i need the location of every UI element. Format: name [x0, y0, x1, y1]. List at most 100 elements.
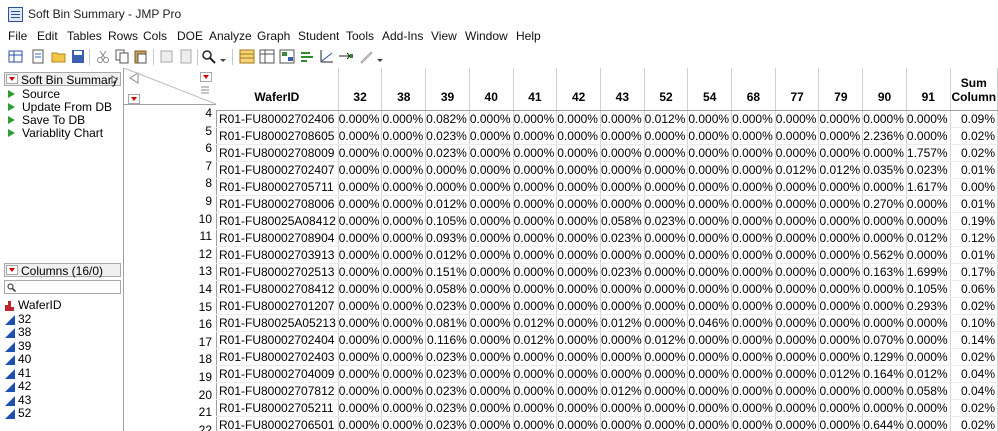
data-cell[interactable]: 0.058%: [425, 280, 470, 298]
data-cell[interactable]: 0.012%: [775, 161, 820, 179]
table-row[interactable]: R01-FU80025A05213 0.000% 0.000% 0.081% 0.000…: [216, 314, 998, 332]
row-number[interactable]: 17: [124, 334, 216, 352]
column-header[interactable]: 52: [644, 68, 689, 111]
table-row[interactable]: R01-FU80002702407 0.000% 0.000% 0.000% 0.000…: [216, 161, 998, 179]
data-cell[interactable]: 0.000%: [600, 365, 645, 383]
data-cell[interactable]: 0.000%: [469, 246, 514, 264]
data-cell[interactable]: 0.000%: [775, 178, 820, 196]
data-cell[interactable]: 0.270%: [862, 195, 907, 213]
table-row[interactable]: R01-FU80002703913 0.000% 0.000% 0.012% 0.000…: [216, 246, 998, 264]
data-cell[interactable]: 0.000%: [381, 229, 427, 247]
data-cell[interactable]: 0.035%: [862, 161, 907, 179]
table-row[interactable]: R01-FU80002708904 0.000% 0.000% 0.093% 0.000…: [216, 229, 998, 247]
data-cell[interactable]: 0.09%: [950, 110, 998, 128]
data-cell[interactable]: 0.000%: [775, 297, 820, 315]
data-cell[interactable]: 0.000%: [381, 416, 427, 431]
menu-add-ins[interactable]: Add-Ins: [382, 29, 423, 43]
data-cell[interactable]: 0.000%: [600, 195, 645, 213]
row-number[interactable]: 9: [124, 193, 216, 211]
data-cell[interactable]: 0.000%: [906, 314, 951, 332]
columns-panel-header[interactable]: Columns (16/0): [4, 263, 121, 278]
data-cell[interactable]: 0.081%: [425, 314, 470, 332]
table-row[interactable]: R01-FU80002702406 0.000% 0.000% 0.082% 0.000…: [216, 110, 998, 128]
data-cell[interactable]: 0.000%: [381, 212, 427, 230]
column-header[interactable]: 79: [818, 68, 864, 111]
data-cell[interactable]: 0.000%: [469, 280, 514, 298]
red-triangle-menu-icon[interactable]: [6, 265, 18, 275]
column-list-item[interactable]: WaferID: [4, 299, 62, 312]
data-cell[interactable]: 0.000%: [687, 365, 733, 383]
data-cell[interactable]: 0.000%: [644, 297, 689, 315]
row-number[interactable]: 15: [124, 299, 216, 317]
wafer-id-cell[interactable]: R01-FU80002708009: [216, 144, 339, 162]
data-cell[interactable]: 0.000%: [600, 144, 645, 162]
data-cell[interactable]: 0.000%: [556, 348, 601, 366]
collapse-arrow-icon[interactable]: [111, 75, 118, 84]
wafer-id-cell[interactable]: R01-FU80002705711: [216, 178, 339, 196]
wafer-id-cell[interactable]: R01-FU80002702406: [216, 110, 339, 128]
data-cell[interactable]: 0.023%: [600, 263, 645, 281]
column-header[interactable]: 77: [775, 68, 820, 111]
data-cell[interactable]: 0.000%: [338, 382, 383, 400]
table-script-item[interactable]: Variablity Chart: [8, 127, 103, 140]
data-cell[interactable]: 0.000%: [862, 280, 907, 298]
data-cell[interactable]: 1.757%: [906, 144, 951, 162]
data-cell[interactable]: 0.000%: [818, 212, 864, 230]
data-cell[interactable]: 0.000%: [600, 331, 645, 349]
reference-icon[interactable]: [178, 49, 194, 64]
data-cell[interactable]: 0.000%: [513, 348, 558, 366]
data-cell[interactable]: 0.04%: [950, 382, 998, 400]
table-row[interactable]: R01-FU80002705711 0.000% 0.000% 0.000% 0.000…: [216, 178, 998, 196]
data-cell[interactable]: 0.000%: [644, 314, 689, 332]
run-script-icon[interactable]: [8, 129, 15, 137]
data-cell[interactable]: 0.000%: [338, 144, 383, 162]
data-cell[interactable]: 0.000%: [600, 348, 645, 366]
data-cell[interactable]: 0.000%: [644, 399, 689, 417]
data-cell[interactable]: 0.000%: [818, 195, 864, 213]
wafer-id-cell[interactable]: R01-FU80025A08412: [216, 212, 339, 230]
menu-window[interactable]: Window: [465, 29, 508, 43]
data-cell[interactable]: 0.000%: [338, 314, 383, 332]
data-cell[interactable]: 0.000%: [381, 195, 427, 213]
distribution-icon[interactable]: [299, 49, 315, 64]
data-cell[interactable]: 0.046%: [687, 314, 733, 332]
data-cell[interactable]: 0.000%: [338, 348, 383, 366]
data-cell[interactable]: 0.000%: [644, 280, 689, 298]
data-cell[interactable]: 0.000%: [338, 195, 383, 213]
chevron-down-icon[interactable]: [219, 49, 227, 64]
data-cell[interactable]: 0.023%: [425, 297, 470, 315]
data-cell[interactable]: 0.01%: [950, 195, 998, 213]
data-cell[interactable]: 0.000%: [469, 348, 514, 366]
data-cell[interactable]: 0.000%: [818, 382, 864, 400]
data-cell[interactable]: 0.023%: [425, 382, 470, 400]
data-cell[interactable]: 0.012%: [906, 365, 951, 383]
menu-edit[interactable]: Edit: [37, 29, 58, 43]
data-cell[interactable]: 0.000%: [731, 195, 776, 213]
data-cell[interactable]: 0.000%: [556, 280, 601, 298]
data-cell[interactable]: 0.000%: [687, 280, 733, 298]
column-header[interactable]: 39: [425, 68, 470, 111]
menu-tools[interactable]: Tools: [346, 29, 374, 43]
table-row[interactable]: R01-FU80002704009 0.000% 0.000% 0.023% 0.000…: [216, 365, 998, 383]
row-number[interactable]: 10: [124, 211, 216, 229]
wafer-id-cell[interactable]: R01-FU80002703913: [216, 246, 339, 264]
menu-student[interactable]: Student: [298, 29, 339, 43]
data-cell[interactable]: 0.12%: [950, 229, 998, 247]
data-cell[interactable]: 0.000%: [469, 195, 514, 213]
data-cell[interactable]: 0.000%: [862, 178, 907, 196]
data-cell[interactable]: 0.000%: [775, 416, 820, 431]
data-cell[interactable]: 0.000%: [818, 297, 864, 315]
menu-rows[interactable]: Rows: [108, 29, 138, 43]
data-cell[interactable]: 0.000%: [687, 348, 733, 366]
data-cell[interactable]: 0.000%: [731, 212, 776, 230]
data-cell[interactable]: 0.000%: [818, 331, 864, 349]
data-cell[interactable]: 0.000%: [556, 229, 601, 247]
column-header[interactable]: 32: [338, 68, 383, 111]
column-list-item[interactable]: 40: [4, 353, 31, 366]
row-number[interactable]: 5: [124, 123, 216, 141]
column-search-input[interactable]: [18, 281, 118, 293]
data-cell[interactable]: 0.000%: [425, 178, 470, 196]
data-cell[interactable]: 0.000%: [513, 127, 558, 145]
data-cell[interactable]: 0.000%: [381, 382, 427, 400]
wafer-id-cell[interactable]: R01-FU80002701207: [216, 297, 339, 315]
